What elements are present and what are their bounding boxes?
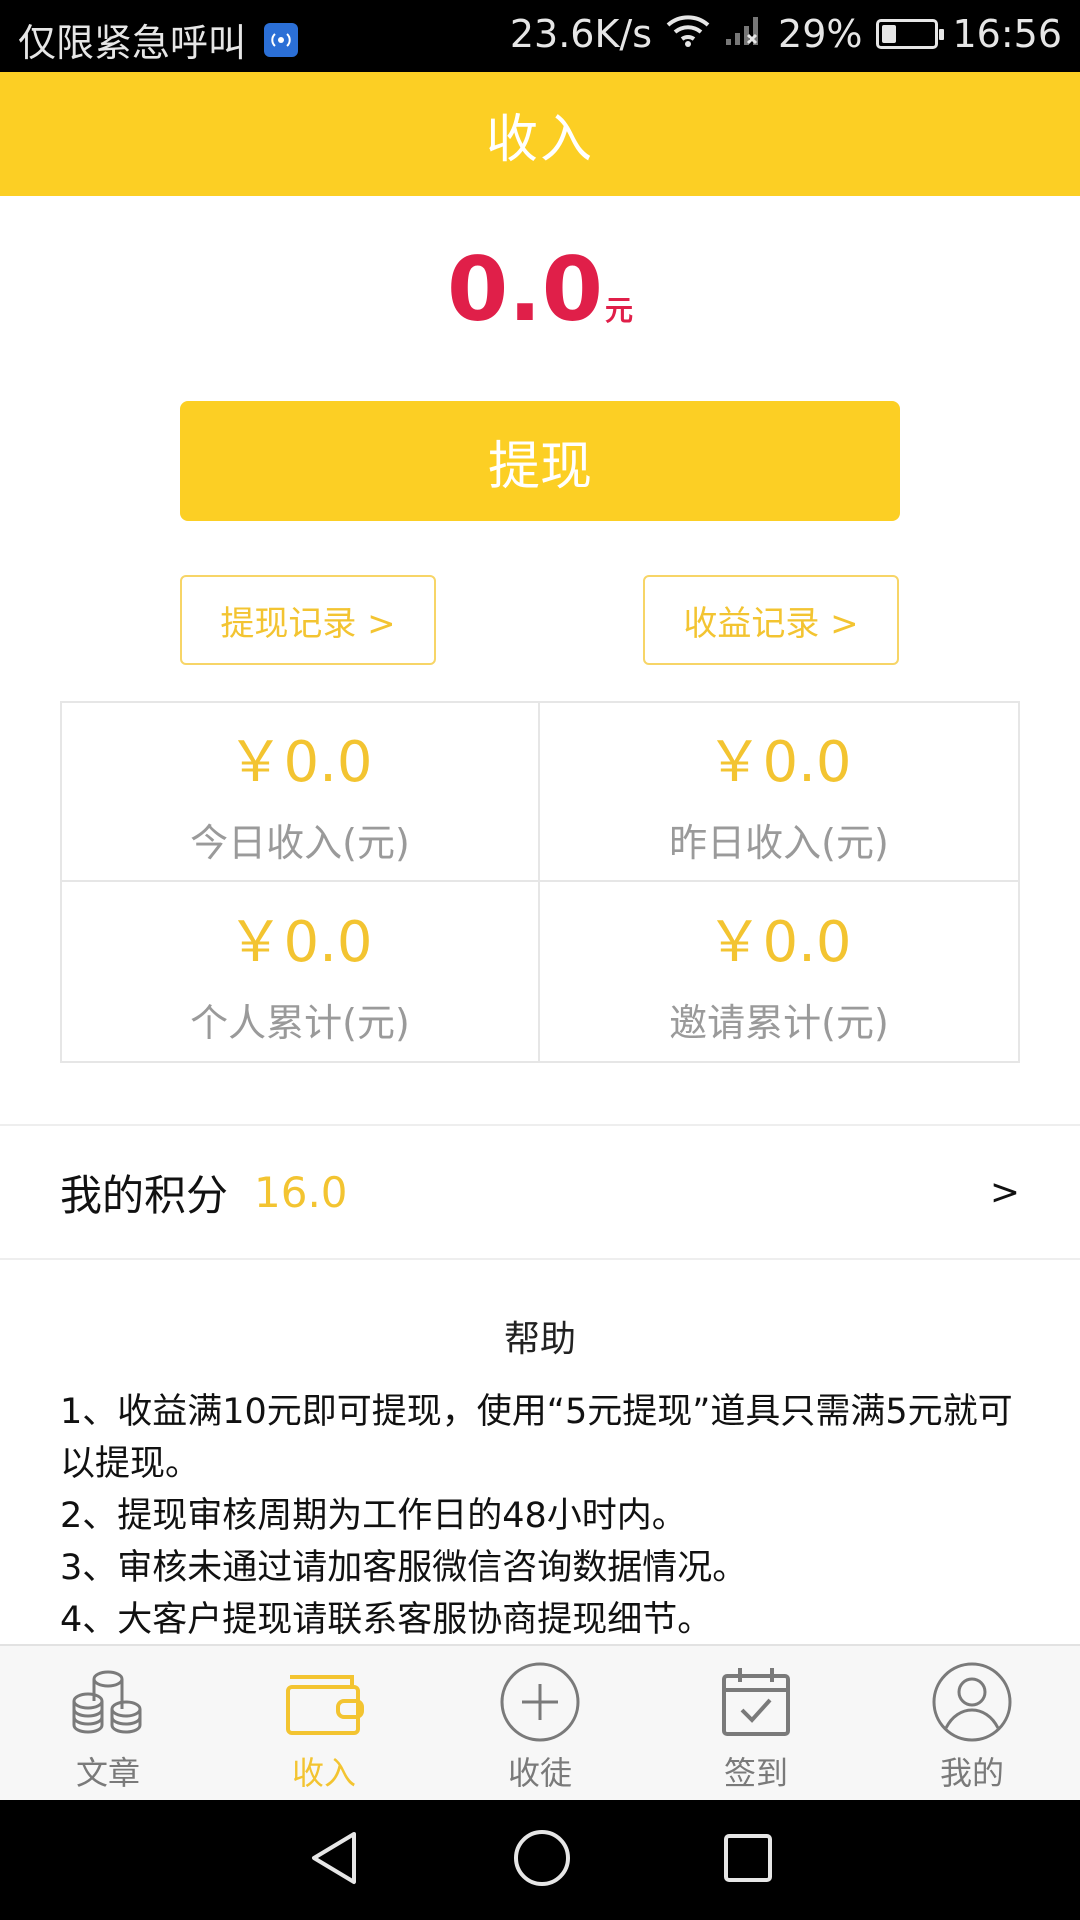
stat-personal-total: ￥0.0 个人累计(元) — [62, 882, 540, 1061]
tab-income[interactable]: 收入 — [216, 1646, 432, 1800]
balance-display: 0.0元 — [0, 238, 1080, 341]
plus-circle-icon — [498, 1660, 582, 1744]
help-item: 3、审核未通过请加客服微信咨询数据情况。 — [60, 1548, 748, 1588]
tab-articles[interactable]: 文章 — [0, 1646, 216, 1800]
carrier-text: 仅限紧急呼叫 — [18, 21, 247, 65]
page-title: 收入 — [485, 109, 594, 170]
net-speed: 23.6K/s — [509, 12, 653, 56]
stat-value: ￥0.0 — [227, 909, 373, 975]
earnings-records-button[interactable]: 收益记录 > — [643, 575, 899, 665]
battery-fill — [882, 25, 897, 43]
balance-amount: 0.0 — [447, 238, 603, 341]
earnings-stats-grid: ￥0.0 今日收入(元) ￥0.0 昨日收入(元) ￥0.0 个人累计(元) ￥… — [60, 701, 1020, 1063]
tab-mine[interactable]: 我的 — [864, 1646, 1080, 1800]
tab-checkin[interactable]: 签到 — [648, 1646, 864, 1800]
help-list: 1、收益满10元即可提现，使用“5元提现”道具只需满5元就可以提现。 2、提现审… — [60, 1386, 1020, 1646]
stat-value: ￥0.0 — [706, 909, 852, 975]
stat-label: 昨日收入(元) — [669, 820, 889, 865]
sim-badge-icon — [264, 22, 299, 57]
withdraw-records-button[interactable]: 提现记录 > — [180, 575, 436, 665]
stat-yesterday-income: ￥0.0 昨日收入(元) — [540, 703, 1018, 882]
help-item: 4、大客户提现请联系客服协商提现细节。 — [60, 1600, 713, 1640]
wifi-icon — [666, 12, 710, 56]
tab-label: 文章 — [75, 1754, 140, 1792]
status-right: 23.6K/s 29% 16:56 — [510, 12, 1062, 56]
recents-icon[interactable] — [722, 1832, 774, 1888]
status-left: 仅限紧急呼叫 — [18, 12, 299, 67]
my-points-row[interactable]: 我的积分 16.0 > — [0, 1124, 1080, 1260]
balance-unit: 元 — [604, 294, 633, 327]
signal-icon — [724, 12, 764, 56]
stat-label: 邀请累计(元) — [669, 1000, 889, 1045]
battery-percent: 29% — [778, 12, 863, 56]
stat-label: 今日收入(元) — [190, 820, 410, 865]
clock: 16:56 — [952, 12, 1062, 56]
calendar-check-icon — [714, 1660, 798, 1744]
home-icon[interactable] — [512, 1828, 572, 1892]
coins-icon — [66, 1660, 150, 1744]
tab-label: 我的 — [939, 1754, 1004, 1792]
tab-label: 签到 — [723, 1754, 788, 1792]
back-icon[interactable] — [306, 1828, 362, 1892]
stat-value: ￥0.0 — [706, 729, 852, 795]
help-title: 帮助 — [503, 1319, 576, 1360]
chevron-right-icon: > — [989, 1171, 1020, 1213]
battery-icon — [876, 19, 945, 49]
help-item: 2、提现审核周期为工作日的48小时内。 — [60, 1496, 687, 1536]
stat-value: ￥0.0 — [227, 729, 373, 795]
stat-today-income: ￥0.0 今日收入(元) — [62, 703, 540, 882]
user-icon — [930, 1660, 1014, 1744]
stat-label: 个人累计(元) — [190, 1000, 410, 1045]
wallet-icon — [282, 1660, 366, 1744]
help-item: 1、收益满10元即可提现，使用“5元提现”道具只需满5元就可以提现。 — [60, 1392, 1013, 1484]
stat-invite-total: ￥0.0 邀请累计(元) — [540, 882, 1018, 1061]
tab-label: 收入 — [291, 1754, 356, 1792]
points-label: 我的积分 — [60, 1170, 229, 1220]
app-header: 收入 — [0, 72, 1080, 196]
status-bar: 仅限紧急呼叫 23.6K/s 29% 16:56 — [0, 0, 1080, 72]
withdraw-button[interactable]: 提现 — [180, 401, 900, 521]
system-nav-bar — [0, 1800, 1080, 1920]
bottom-tab-bar: 文章 收入 收徒 签到 我的 — [0, 1644, 1080, 1800]
app-screen: 仅限紧急呼叫 23.6K/s 29% 16:56 收入 0.0元 提现 提现记录… — [0, 0, 1080, 1920]
tab-apprentice[interactable]: 收徒 — [432, 1646, 648, 1800]
points-value: 16.0 — [254, 1167, 348, 1217]
tab-label: 收徒 — [507, 1754, 572, 1792]
